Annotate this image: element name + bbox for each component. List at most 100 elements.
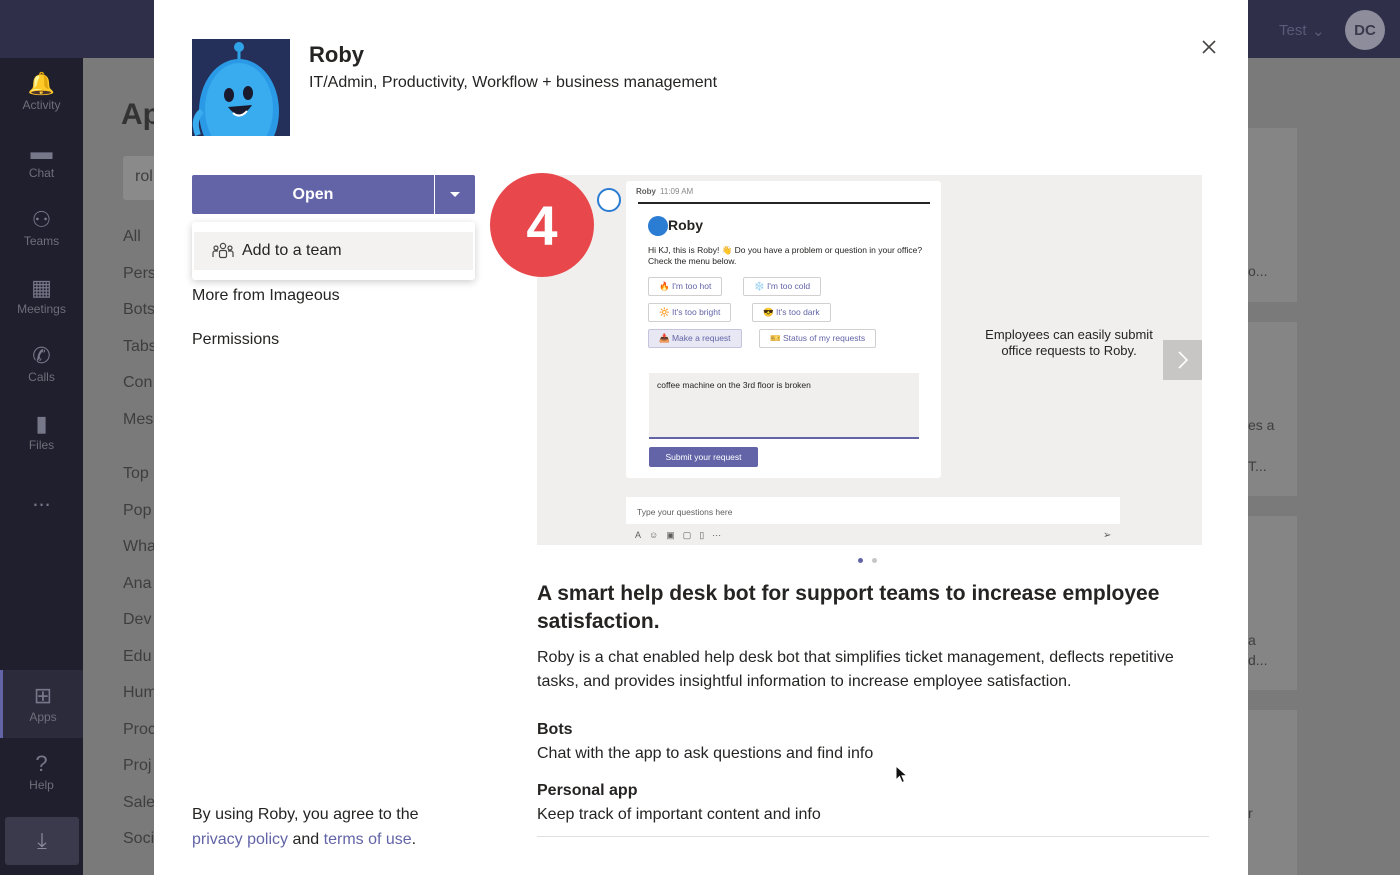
team-icon xyxy=(212,242,234,259)
category-item[interactable]: Sale xyxy=(123,794,155,812)
rail-item-more[interactable]: ... xyxy=(0,466,83,534)
category-item[interactable]: Ana xyxy=(123,575,151,593)
category-item[interactable]: Dev xyxy=(123,611,151,629)
close-button[interactable] xyxy=(1198,36,1220,58)
card-text-fragment: o... xyxy=(1248,263,1268,279)
card-text-fragment: es a xyxy=(1248,417,1275,433)
category-item[interactable]: Mes xyxy=(123,411,153,429)
card-text-fragment: r xyxy=(1248,805,1253,821)
feature-title-personal-app: Personal app xyxy=(537,782,638,799)
chip-too-dark[interactable]: 😎 It's too dark xyxy=(752,303,831,322)
roby-robot-icon xyxy=(192,39,290,136)
category-item[interactable]: Bots xyxy=(123,301,155,319)
rail-item-meetings[interactable]: ▦ Meetings xyxy=(0,262,83,330)
category-item[interactable]: Proc xyxy=(123,721,156,739)
more-icon: ... xyxy=(32,486,51,511)
app-headline: A smart help desk bot for support teams … xyxy=(537,582,1160,633)
rail-item-help[interactable]: ? Help xyxy=(0,738,83,806)
teams-icon: ⚇ xyxy=(31,207,52,232)
message-sender: Roby xyxy=(636,187,656,196)
download-icon[interactable]: ⤓ xyxy=(5,817,79,865)
chip-status-requests[interactable]: 🎫 Status of my requests xyxy=(759,329,877,348)
terms-notice: By using Roby, you agree to the privacy … xyxy=(192,806,419,848)
file-icon: ▮ xyxy=(35,411,48,436)
apps-icon: ⊞ xyxy=(33,683,53,708)
help-icon: ? xyxy=(35,751,48,776)
feature-desc-bots: Chat with the app to ask questions and f… xyxy=(537,745,874,762)
user-menu[interactable]: Test xyxy=(1279,22,1307,39)
chip-too-hot[interactable]: 🔥 I'm too hot xyxy=(648,277,723,296)
app-name: Roby xyxy=(309,42,364,67)
card-text-fragment: T... xyxy=(1248,458,1267,474)
app-screenshot-carousel: Roby 11:09 AM Roby Hi KJ, this is Roby! 👋… xyxy=(537,175,1202,545)
chat-message: Roby 11:09 AM Roby Hi KJ, this is Roby! 👋… xyxy=(626,181,941,478)
feature-desc-personal-app: Keep track of important content and info xyxy=(537,806,821,823)
category-item[interactable]: Tabs xyxy=(123,338,157,356)
chip-too-bright[interactable]: 🔆 It's too bright xyxy=(648,303,732,322)
bell-icon: 🔔 xyxy=(27,71,56,96)
chip-make-request[interactable]: 📥 Make a request xyxy=(648,329,742,348)
app-card[interactable] xyxy=(1247,710,1297,875)
bot-avatar xyxy=(597,188,621,212)
open-options-menu: Add to a team xyxy=(192,222,475,280)
menu-item-label: Add to a team xyxy=(242,242,342,259)
category-item[interactable]: Wha xyxy=(123,538,156,556)
category-item[interactable]: Top xyxy=(123,465,149,483)
app-rail: 🔔 Activity ▬ Chat ⚇ Teams ▦ Meetings ✆ C… xyxy=(0,58,83,875)
caret-down-icon xyxy=(450,192,460,197)
category-item[interactable]: Pop xyxy=(123,502,151,520)
card-description: Hi KJ, this is Roby! 👋 Do you have a pro… xyxy=(648,245,923,266)
carousel-dot-active[interactable] xyxy=(858,558,863,563)
submit-request-button[interactable]: Submit your request xyxy=(649,447,758,467)
rail-item-activity[interactable]: 🔔 Activity xyxy=(0,58,83,126)
screenshot-caption: Employees can easily submit office reque… xyxy=(985,327,1153,358)
rail-item-chat[interactable]: ▬ Chat xyxy=(0,126,83,194)
step-number-badge: 4 xyxy=(490,173,594,277)
card-text-fragment: d... xyxy=(1248,652,1268,668)
bot-avatar xyxy=(648,216,668,236)
message-time: 11:09 AM xyxy=(660,187,694,196)
chat-icon: ▬ xyxy=(30,139,53,164)
compose-box[interactable]: Type your questions here xyxy=(626,497,1120,524)
chip-too-cold[interactable]: ❄️ I'm too cold xyxy=(743,277,822,296)
calendar-icon: ▦ xyxy=(31,275,52,300)
permissions-link[interactable]: Permissions xyxy=(192,331,279,349)
category-item[interactable]: Proj xyxy=(123,757,151,775)
category-item[interactable]: All xyxy=(123,228,141,246)
request-input[interactable]: coffee machine on the 3rd floor is broke… xyxy=(649,373,919,439)
category-item[interactable]: Pers xyxy=(123,265,156,283)
app-details-dialog: Roby IT/Admin, Productivity, Workflow + … xyxy=(154,0,1248,875)
open-button[interactable]: Open xyxy=(192,175,434,214)
privacy-policy-link[interactable]: privacy policy xyxy=(192,831,288,848)
chevron-down-icon: ⌄ xyxy=(1312,23,1325,40)
card-title: Roby xyxy=(668,217,703,233)
carousel-dot[interactable] xyxy=(872,558,877,563)
search-value: rol xyxy=(135,168,153,185)
rail-item-apps[interactable]: ⊞ Apps xyxy=(0,670,83,738)
category-item[interactable]: Soci xyxy=(123,830,154,848)
rail-item-calls[interactable]: ✆ Calls xyxy=(0,330,83,398)
more-from-publisher-link[interactable]: More from Imageous xyxy=(192,287,340,305)
menu-item-add-to-team[interactable]: Add to a team xyxy=(194,232,473,270)
chevron-right-icon xyxy=(1177,351,1188,369)
avatar[interactable]: DC xyxy=(1345,10,1385,50)
app-description: Roby is a chat enabled help desk bot tha… xyxy=(537,649,1174,690)
category-item[interactable]: Edu xyxy=(123,648,151,666)
open-dropdown-button[interactable] xyxy=(435,175,475,214)
divider xyxy=(537,836,1209,837)
feature-title-bots: Bots xyxy=(537,721,573,738)
phone-icon: ✆ xyxy=(32,343,51,368)
mouse-cursor-icon xyxy=(895,765,909,784)
rail-item-files[interactable]: ▮ Files xyxy=(0,398,83,466)
category-item[interactable]: Hum xyxy=(123,684,157,702)
send-icon: ➢ xyxy=(1103,530,1112,541)
terms-of-use-link[interactable]: terms of use xyxy=(324,831,412,848)
compose-toolbar-icons: A☺▣▢▯⋯ xyxy=(635,530,730,540)
app-logo xyxy=(192,39,290,136)
carousel-next-button[interactable] xyxy=(1163,340,1202,380)
category-item[interactable]: Con xyxy=(123,374,152,392)
card-text-fragment: a xyxy=(1248,632,1256,648)
carousel-dots xyxy=(858,558,877,563)
rail-item-teams[interactable]: ⚇ Teams xyxy=(0,194,83,262)
request-input-value: coffee machine on the 3rd floor is broke… xyxy=(657,380,811,390)
